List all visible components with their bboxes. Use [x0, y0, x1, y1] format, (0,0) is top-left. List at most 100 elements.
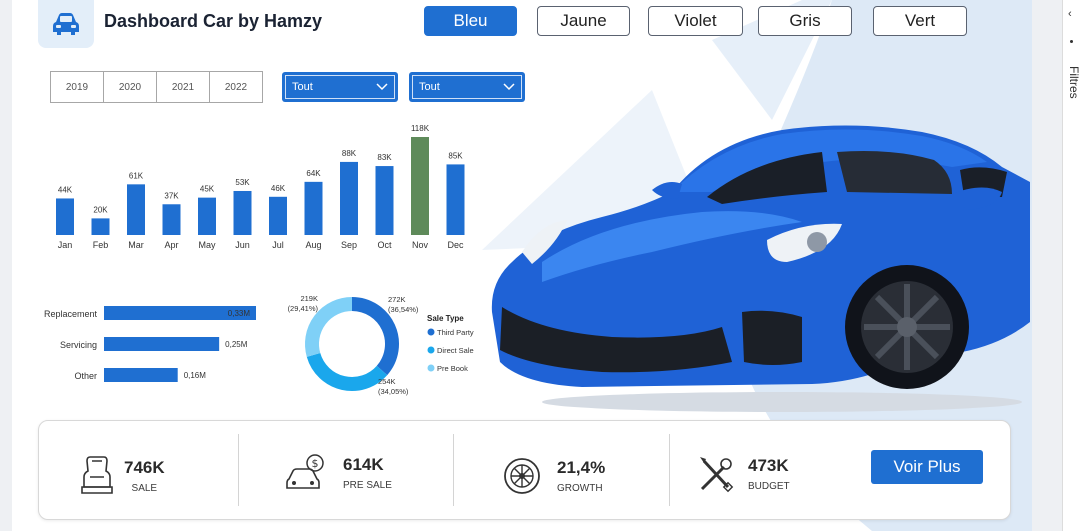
- theme-button-violet[interactable]: Violet: [648, 6, 743, 36]
- donut-value-label: 272K: [388, 295, 406, 304]
- bar-sep: [340, 161, 358, 235]
- category-label: Servicing: [60, 340, 97, 350]
- bar-data-label: 118K: [411, 124, 430, 133]
- hbar-data-label: 0,16M: [184, 371, 207, 380]
- report-canvas: Dashboard Car by Hamzy Bleu Jaune Violet…: [12, 0, 1032, 531]
- legend-item: Pre Book: [437, 364, 468, 373]
- x-tick-label: Feb: [93, 240, 109, 250]
- kpi-budget: 473K BUDGET: [698, 455, 790, 493]
- kpi-divider: [453, 434, 454, 506]
- bar-data-label: 45K: [200, 185, 215, 194]
- theme-button-vert[interactable]: Vert: [873, 6, 967, 36]
- service-type-bar-chart: Replacement 0,33M Servicing 0,25M Other 0,16M: [44, 306, 256, 382]
- kpi-budget-value: 473K: [748, 456, 789, 475]
- x-tick-label: Oct: [377, 240, 392, 250]
- hbar-other: [104, 368, 178, 382]
- page-title: Dashboard Car by Hamzy: [104, 11, 323, 31]
- legend-marker: [427, 328, 435, 336]
- bar-feb: [91, 218, 110, 235]
- x-tick-label: Jul: [272, 240, 284, 250]
- kpi-pre-sale-label: PRE SALE: [343, 480, 392, 491]
- theme-button-gris[interactable]: Gris: [758, 6, 852, 36]
- legend-title: Sale Type: [427, 314, 464, 323]
- bar-data-label: 88K: [342, 149, 357, 158]
- kpi-growth: 21,4% GROWTH: [503, 457, 605, 495]
- car-image: [491, 125, 1030, 412]
- year-2022[interactable]: 2022: [209, 71, 263, 103]
- bar-apr: [162, 204, 181, 235]
- car-icon: [53, 13, 79, 35]
- bar-data-label: 61K: [129, 171, 144, 180]
- donut-percent-label: (34,05%): [378, 387, 409, 396]
- kpi-divider: [669, 434, 670, 506]
- x-tick-label: Apr: [164, 240, 178, 250]
- bar-aug: [304, 181, 323, 235]
- monthly-sales-bar-chart: 44K Jan 20K Feb 61K Mar 37K Apr 45K May 53K Jun 46K J…: [56, 124, 465, 250]
- chevron-left-icon[interactable]: ‹: [1068, 8, 1072, 20]
- bar-may: [198, 197, 216, 235]
- legend-marker: [427, 364, 435, 372]
- hbar-servicing: [104, 337, 220, 351]
- donut-value-label: 219K: [300, 294, 318, 303]
- year-slicer: 2019 2020 2021 2022: [50, 71, 263, 103]
- theme-button-bleu[interactable]: Bleu: [424, 6, 517, 36]
- kpi-growth-value: 21,4%: [557, 458, 606, 477]
- x-tick-label: May: [198, 240, 216, 250]
- donut-percent-label: (29,41%): [288, 304, 319, 313]
- bar-data-label: 37K: [164, 191, 179, 200]
- x-tick-label: Jun: [235, 240, 250, 250]
- bar-data-label: 46K: [271, 184, 286, 193]
- bar-data-label: 64K: [306, 169, 321, 178]
- donut-value-label: 254K: [378, 377, 396, 386]
- dropdown-2[interactable]: Tout: [409, 72, 525, 102]
- donut-slice-third-party: [351, 297, 399, 376]
- chevron-down-icon: [503, 83, 515, 91]
- tools-icon: [700, 457, 734, 493]
- x-tick-label: Mar: [128, 240, 144, 250]
- donut-percent-label: (36,54%): [388, 305, 419, 314]
- x-tick-label: Jan: [58, 240, 73, 250]
- year-2020[interactable]: 2020: [103, 71, 157, 103]
- bar-nov: [411, 137, 429, 235]
- x-tick-label: Nov: [412, 240, 429, 250]
- kpi-sale-label: SALE: [131, 483, 158, 494]
- theme-button-jaune[interactable]: Jaune: [537, 6, 630, 36]
- hbar-data-label: 0,25M: [225, 340, 248, 349]
- bar-jul: [269, 196, 287, 235]
- year-2019[interactable]: 2019: [50, 71, 104, 103]
- x-tick-label: Dec: [447, 240, 464, 250]
- donut-slice-pre-book: [305, 297, 353, 357]
- bar-data-label: 44K: [58, 185, 73, 194]
- dot-icon: [1070, 40, 1073, 43]
- legend-marker: [427, 346, 435, 354]
- kpi-sale-value: 746K: [124, 458, 165, 477]
- category-label: Replacement: [44, 309, 98, 319]
- bar-data-label: 20K: [93, 205, 108, 214]
- hbar-data-label: 0,33M: [228, 309, 251, 318]
- kpi-pre-sale-value: 614K: [343, 455, 384, 474]
- sale-type-donut-chart: 272K(36,54%) 254K(34,05%) 219K(29,41%) Sale…: [288, 294, 474, 396]
- category-label: Other: [74, 371, 97, 381]
- donut-slice-direct-sale: [306, 352, 388, 391]
- bar-data-label: 85K: [448, 151, 463, 160]
- bar-data-label: 83K: [377, 153, 392, 162]
- legend-item: Direct Sale: [437, 346, 474, 355]
- kpi-sale: 746K SALE: [80, 455, 165, 497]
- year-2021[interactable]: 2021: [156, 71, 210, 103]
- bar-data-label: 53K: [235, 178, 250, 187]
- car-dollar-icon: $: [286, 454, 324, 489]
- dropdown-1[interactable]: Tout: [282, 72, 398, 102]
- x-tick-label: Aug: [305, 240, 321, 250]
- voir-plus-button[interactable]: Voir Plus: [871, 450, 983, 484]
- filters-label[interactable]: Filtres: [1067, 66, 1080, 99]
- legend-item: Third Party: [437, 328, 474, 337]
- bar-oct: [375, 166, 394, 235]
- x-tick-label: Sep: [341, 240, 357, 250]
- car-seat-icon: [81, 456, 113, 494]
- wheel-icon: [504, 458, 540, 494]
- bar-jun: [233, 190, 252, 235]
- kpi-divider: [238, 434, 239, 506]
- dropdown-2-value: Tout: [419, 81, 440, 93]
- dropdown-1-value: Tout: [292, 81, 313, 93]
- bar-mar: [127, 184, 145, 235]
